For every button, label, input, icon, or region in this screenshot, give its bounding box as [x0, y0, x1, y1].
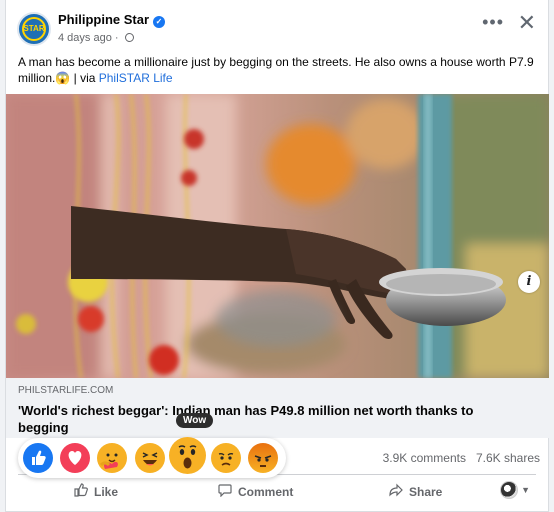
- link-preview[interactable]: PHILSTARLIFE.COM 'World's richest beggar…: [6, 378, 549, 438]
- meta-separator: ·: [114, 32, 119, 44]
- page-avatar[interactable]: STAR: [17, 12, 51, 46]
- post-message-link[interactable]: PhilSTAR Life: [99, 71, 173, 85]
- post-photo[interactable]: [6, 94, 549, 378]
- link-title[interactable]: 'World's richest beggar': Indian man has…: [18, 402, 518, 436]
- link-domain: PHILSTARLIFE.COM: [18, 385, 114, 396]
- page-name-line: Philippine Star ✓: [58, 12, 166, 28]
- wow-reaction-icon[interactable]: [169, 437, 206, 474]
- post-card: STAR Philippine Star ✓ 4 days ago · ••• ✕…: [5, 0, 549, 512]
- like-reaction-icon[interactable]: [23, 443, 53, 473]
- share-button[interactable]: Share: [389, 483, 442, 500]
- logo-text: STAR: [23, 24, 45, 33]
- like-label: Like: [94, 485, 119, 499]
- shares-count[interactable]: 7.6K shares: [476, 451, 540, 465]
- globe-icon: [124, 33, 134, 42]
- post-time[interactable]: 4 days ago: [58, 32, 112, 44]
- comment-label: Comment: [238, 485, 294, 499]
- love-reaction-icon[interactable]: [60, 443, 90, 473]
- thumbs-up-icon: [74, 483, 88, 500]
- viewer-selector[interactable]: ▼: [500, 481, 530, 499]
- care-reaction-icon[interactable]: [97, 443, 127, 473]
- engagement-counts: 3.9K comments 7.6K shares: [373, 451, 540, 465]
- viewer-avatar: [500, 481, 519, 499]
- haha-reaction-icon[interactable]: [135, 443, 165, 473]
- comment-button[interactable]: Comment: [218, 483, 293, 500]
- share-icon: [389, 483, 403, 500]
- chevron-down-icon: ▼: [521, 485, 530, 495]
- comment-icon: [218, 483, 232, 500]
- verified-badge-icon: ✓: [153, 16, 166, 28]
- post-meta: 4 days ago ·: [58, 32, 134, 44]
- beggar-photo: [6, 94, 549, 378]
- post-message: A man has become a millionaire just by b…: [18, 54, 543, 86]
- post-message-text: A man has become a millionaire just by b…: [18, 55, 534, 85]
- info-icon[interactable]: i: [518, 271, 540, 293]
- comments-count[interactable]: 3.9K comments: [383, 451, 466, 465]
- more-options-icon[interactable]: •••: [482, 13, 504, 31]
- close-icon[interactable]: ✕: [518, 12, 536, 34]
- reaction-tooltip: Wow: [176, 413, 214, 428]
- page-name[interactable]: Philippine Star: [58, 12, 149, 27]
- like-button[interactable]: Like: [74, 483, 118, 500]
- reaction-bar: [18, 437, 286, 478]
- angry-reaction-icon[interactable]: [248, 443, 278, 473]
- post-header: STAR Philippine Star ✓ 4 days ago · ••• ✕: [6, 0, 548, 50]
- sad-reaction-icon[interactable]: [211, 443, 241, 473]
- share-label: Share: [409, 485, 443, 499]
